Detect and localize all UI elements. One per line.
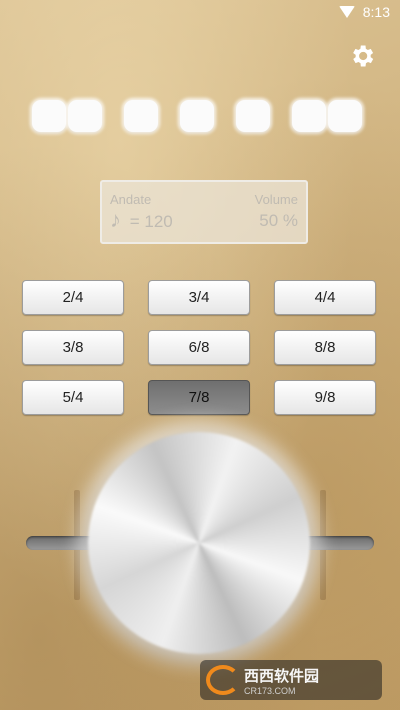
beat-indicator	[292, 100, 326, 132]
beat-indicator	[124, 100, 158, 132]
watermark-brand: 西西软件园	[244, 667, 320, 685]
time-signature-button[interactable]: 3/8	[22, 330, 124, 365]
status-time: 8:13	[362, 4, 390, 20]
time-signature-button[interactable]: 8/8	[274, 330, 376, 365]
time-signature-button[interactable]: 2/4	[22, 280, 124, 315]
wifi-icon	[338, 6, 355, 18]
gear-icon	[353, 45, 374, 67]
beat-indicator-row	[32, 100, 368, 134]
status-bar: 8:13	[0, 0, 400, 24]
time-signature-button[interactable]: 9/8	[274, 380, 376, 415]
tempo-name: Andate	[110, 192, 152, 207]
settings-button[interactable]	[346, 40, 378, 72]
time-signature-grid: 2/4 3/4 4/4 3/8 6/8 8/8 5/4 7/8 9/8	[22, 280, 376, 416]
time-signature-button[interactable]: 5/4	[22, 380, 124, 415]
watermark-site: CR173.COM	[244, 685, 296, 696]
beat-indicator	[236, 100, 270, 132]
watermark: 西西软件园 CR173.COM	[200, 660, 382, 700]
beat-indicator	[32, 100, 66, 132]
time-signature-button[interactable]: 3/4	[148, 280, 250, 315]
volume-value: 50 %	[259, 211, 298, 230]
time-signature-button[interactable]: 4/4	[274, 280, 376, 315]
time-signature-button[interactable]: 6/8	[148, 330, 250, 365]
volume-label: Volume	[254, 192, 298, 207]
bpm-value: = 120	[129, 212, 173, 231]
beat-indicator	[68, 100, 102, 132]
note-icon: ♪	[110, 207, 121, 232]
tempo-info-panel: Andate Volume ♪ = 120 50 %	[100, 180, 308, 244]
tempo-knob[interactable]	[88, 432, 310, 654]
watermark-logo-icon	[206, 665, 240, 695]
beat-indicator	[328, 100, 362, 132]
beat-indicator	[180, 100, 214, 132]
time-signature-button-selected[interactable]: 7/8	[148, 380, 250, 415]
